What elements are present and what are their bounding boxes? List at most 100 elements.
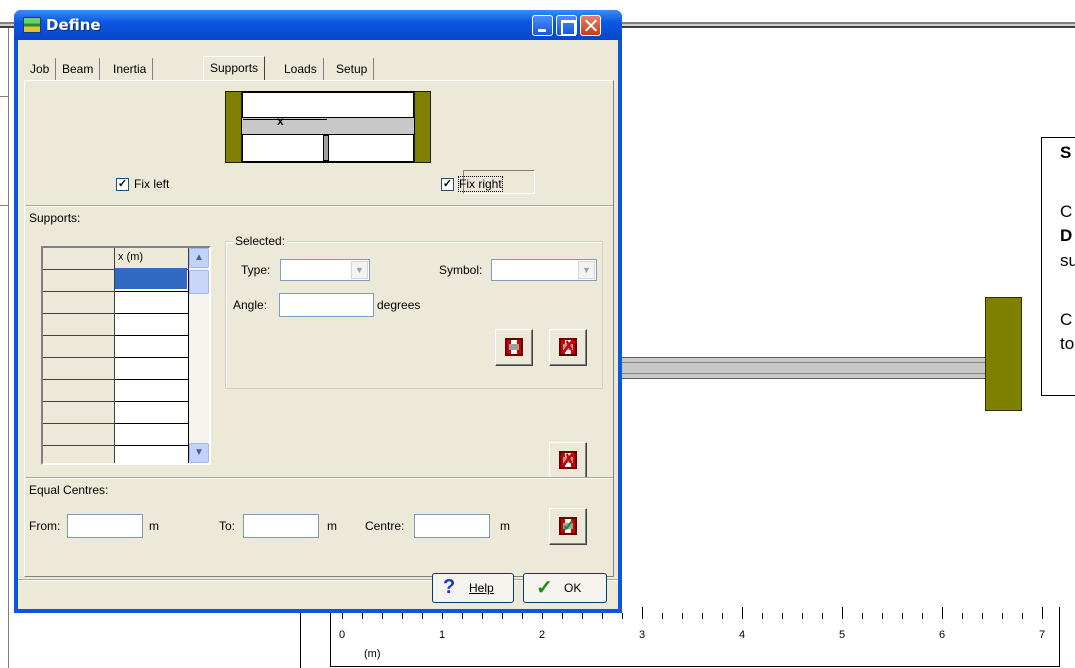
to-input[interactable]	[243, 514, 319, 538]
ruler-minor-tick	[582, 613, 583, 619]
ruler-minor-tick	[522, 613, 523, 619]
ruler-tick-label: 7	[1039, 629, 1046, 641]
grid-scrollbar[interactable]: ▲ ▼	[189, 248, 209, 463]
ruler-minor-tick	[962, 613, 963, 619]
grid-row-header[interactable]	[43, 380, 115, 402]
ruler-unit: (m)	[364, 648, 381, 660]
type-label: Type:	[241, 263, 271, 277]
grid-cell-x[interactable]	[115, 358, 189, 380]
grid-row-header[interactable]	[43, 402, 115, 424]
from-label: From:	[29, 519, 61, 533]
ruler-major-tick	[842, 607, 843, 619]
centre-label: Centre:	[365, 519, 405, 533]
ruler-minor-tick	[682, 613, 683, 619]
define-dialog: Define Job Beam Inertia Supports Loads S…	[14, 10, 622, 613]
angle-unit: degrees	[377, 298, 421, 312]
selected-group-label: Selected:	[233, 234, 288, 248]
fix-left-label: Fix left	[134, 177, 170, 191]
centre-unit: m	[500, 519, 510, 533]
fix-right-checkbox[interactable]: ✓	[441, 178, 454, 191]
ruler-minor-tick	[562, 613, 563, 619]
tab-loads[interactable]: Loads	[278, 58, 324, 80]
tab-setup[interactable]: Setup	[330, 58, 375, 80]
from-input[interactable]	[67, 514, 143, 538]
ruler-minor-tick	[902, 613, 903, 619]
ruler-minor-tick	[362, 613, 363, 619]
grid-selected-cell[interactable]	[115, 268, 187, 289]
chevron-down-icon[interactable]: ▼	[578, 261, 595, 279]
ruler-minor-tick	[662, 613, 663, 619]
ruler-minor-tick	[422, 613, 423, 619]
ruler-minor-tick	[802, 613, 803, 619]
supports-group-label: Supports:	[27, 211, 83, 225]
beam-figure: x	[225, 91, 431, 171]
grid-cell-x[interactable]	[115, 314, 189, 336]
grid-row-header[interactable]	[43, 358, 115, 380]
info-line: su	[1060, 251, 1075, 270]
ruler-minor-tick	[882, 613, 883, 619]
grid-row-header[interactable]	[43, 292, 115, 314]
to-unit: m	[327, 519, 337, 533]
divider	[25, 477, 613, 479]
supports-grid[interactable]: x (m) ▲ ▼	[41, 246, 211, 465]
scroll-down-button[interactable]: ▼	[189, 443, 209, 463]
grid-row-header[interactable]	[43, 424, 115, 446]
ok-label: OK	[564, 581, 582, 595]
apply-equal-centres-button[interactable]: ✓	[549, 508, 587, 545]
ruler-minor-tick	[462, 613, 463, 619]
ok-button[interactable]: ✓ OK	[523, 573, 607, 603]
ruler-minor-tick	[702, 613, 703, 619]
grid-cell-x[interactable]	[115, 424, 189, 446]
grid-cell-x[interactable]	[115, 292, 189, 314]
grid-corner	[43, 248, 115, 270]
ruler-tick-label: 0	[339, 629, 346, 641]
scroll-thumb[interactable]	[189, 270, 209, 294]
ruler-minor-tick	[982, 613, 983, 619]
tab-inertia[interactable]: Inertia	[107, 58, 154, 80]
ruler-minor-tick	[1022, 613, 1023, 619]
chevron-down-icon[interactable]: ▼	[351, 261, 368, 279]
tab-beam[interactable]: Beam	[56, 58, 101, 80]
ruler-major-tick	[942, 607, 943, 619]
grid-cell-x[interactable]	[115, 380, 189, 402]
grid-row-header[interactable]	[43, 270, 115, 292]
ruler-minor-tick	[1002, 613, 1003, 619]
scroll-up-button[interactable]: ▲	[189, 248, 209, 268]
symbol-select[interactable]: ▼	[491, 259, 597, 281]
beam-drawing	[600, 357, 992, 379]
maximize-button[interactable]	[556, 15, 577, 36]
grid-cell-x[interactable]	[115, 336, 189, 358]
tab-job[interactable]: Job	[24, 58, 57, 80]
equal-centres-label: Equal Centres:	[27, 483, 111, 497]
fix-left-checkbox[interactable]: ✓	[116, 178, 129, 191]
ruler-tick-label: 3	[639, 629, 646, 641]
ruler-minor-tick	[402, 613, 403, 619]
centre-input[interactable]	[414, 514, 490, 538]
clear-supports-button[interactable]: ✗	[549, 442, 587, 479]
ruler-tick-label: 5	[839, 629, 846, 641]
title-bar[interactable]: Define	[14, 10, 622, 40]
angle-label: Angle:	[233, 298, 268, 312]
left-wall	[225, 91, 242, 163]
dimension-arrow	[243, 119, 327, 120]
ruler-tick-label: 6	[939, 629, 946, 641]
type-select[interactable]: ▼	[280, 259, 370, 281]
angle-input[interactable]	[279, 293, 374, 317]
divider	[25, 205, 613, 207]
close-button[interactable]	[580, 15, 601, 36]
fix-right-label: Fix right	[458, 176, 503, 192]
help-button[interactable]: ? Help	[432, 573, 514, 603]
add-support-button[interactable]	[495, 329, 533, 366]
grid-row-header[interactable]	[43, 314, 115, 336]
grid-row-header[interactable]	[43, 446, 115, 463]
delete-support-button[interactable]: ✗	[549, 329, 587, 366]
grid-cell-x[interactable]	[115, 446, 189, 463]
grid-row-header[interactable]	[43, 336, 115, 358]
symbol-label: Symbol:	[439, 263, 483, 277]
minimize-button[interactable]	[532, 15, 553, 36]
right-support-drawing	[985, 297, 1022, 411]
window-title: Define	[46, 16, 101, 34]
tab-supports[interactable]: Supports	[203, 56, 266, 80]
grid-cell-x[interactable]	[115, 402, 189, 424]
info-line: C	[1060, 202, 1073, 221]
